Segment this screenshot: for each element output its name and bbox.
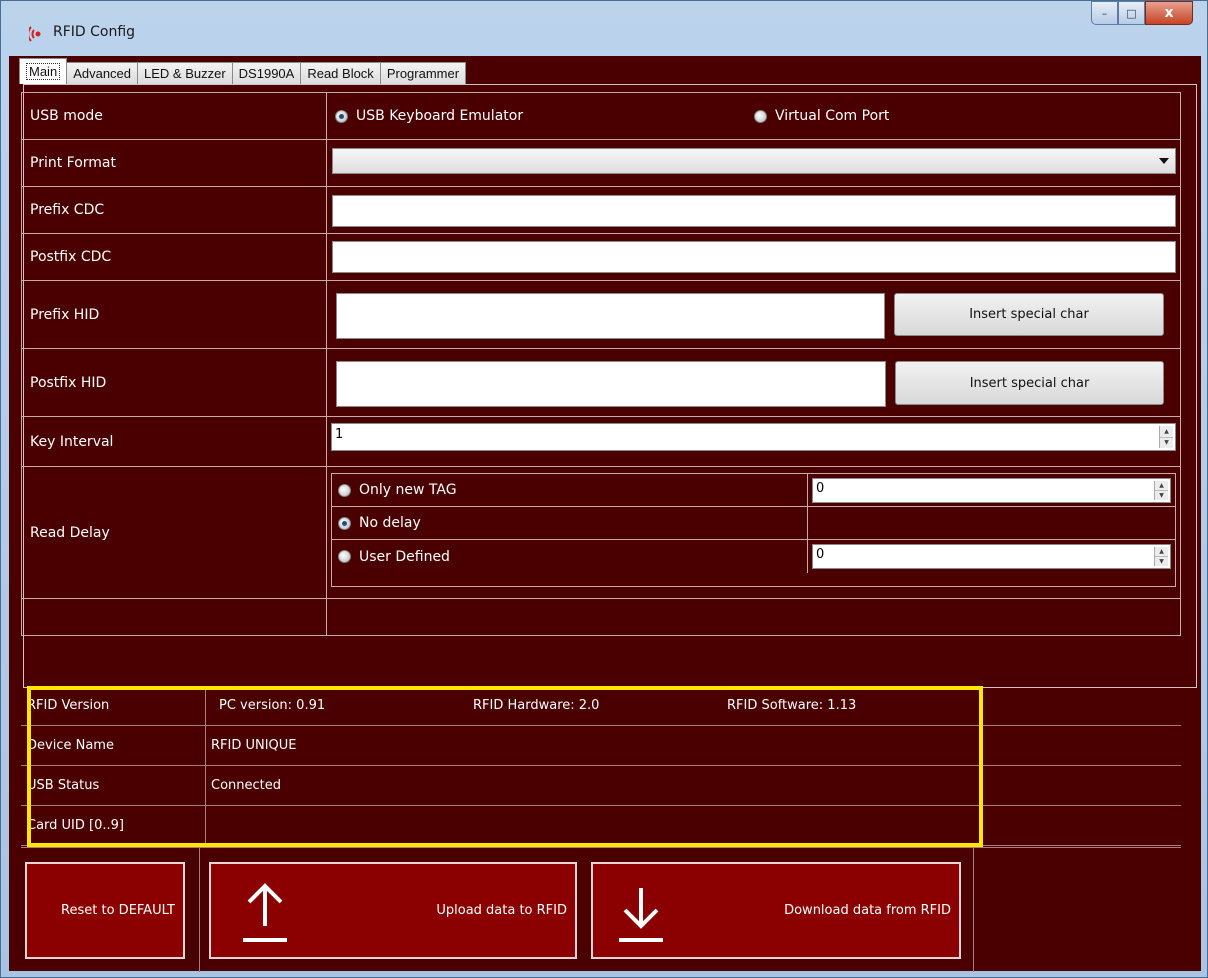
tab-programmer[interactable]: Programmer [379, 62, 467, 84]
settings-form: USB mode USB Keyboard Emulator Virtual C… [21, 92, 1181, 636]
action-bar: Reset to DEFAULT Upload data to RFID Dow… [21, 847, 1181, 972]
radio-selected-icon [338, 516, 351, 530]
usb-mode-row: USB mode USB Keyboard Emulator Virtual C… [22, 93, 1180, 140]
only-new-tag-spinbox[interactable]: 0 ▲ ▼ [812, 478, 1171, 503]
radio-unselected-icon [338, 550, 351, 563]
app-window: RFID Config – □ x Main Advanced LED & Bu… [0, 0, 1208, 978]
insert-special-char-button[interactable]: Insert special char [895, 361, 1164, 405]
no-delay-radio[interactable]: No delay [338, 515, 421, 531]
only-new-tag-radio[interactable]: Only new TAG [338, 482, 457, 498]
read-delay-label: Read Delay [22, 467, 327, 598]
read-delay-row: Read Delay Only new TAG 0 ▲ ▼ No delay U… [22, 467, 1180, 599]
prefix-hid-label: Prefix HID [22, 281, 327, 348]
radio-selected-icon [335, 109, 348, 123]
usb-keyboard-radio[interactable]: USB Keyboard Emulator [335, 108, 523, 124]
tab-strip: Main Advanced LED & Buzzer DS1990A Read … [19, 58, 467, 84]
usb-mode-label: USB mode [22, 93, 327, 139]
no-delay-label: No delay [359, 515, 421, 531]
download-arrow-icon [619, 888, 663, 942]
insert-special-char-button[interactable]: Insert special char [894, 293, 1164, 336]
reset-default-button[interactable]: Reset to DEFAULT [25, 862, 185, 959]
maximize-icon: □ [1126, 6, 1137, 20]
postfix-hid-label: Postfix HID [22, 349, 327, 416]
read-delay-options: Only new TAG 0 ▲ ▼ No delay User Defined… [331, 473, 1176, 587]
device-name-label: Device Name [27, 726, 206, 765]
device-info-table: RFID Version PC version: 0.91 RFID Hardw… [21, 686, 1181, 846]
virtual-com-label: Virtual Com Port [775, 108, 890, 124]
usb-keyboard-label: USB Keyboard Emulator [356, 108, 524, 124]
usb-status-label: USB Status [27, 766, 206, 805]
spinner-arrows-icon[interactable]: ▲ ▼ [1154, 481, 1168, 500]
upload-label: Upload data to RFID [436, 903, 567, 918]
key-interval-value: 1 [335, 427, 344, 442]
key-interval-label: Key Interval [22, 417, 327, 466]
reset-default-label: Reset to DEFAULT [61, 903, 175, 918]
rfid-version-row: RFID Version PC version: 0.91 RFID Hardw… [21, 686, 1181, 726]
chevron-down-icon [1159, 158, 1169, 164]
rfid-software-version: RFID Software: 1.13 [727, 698, 857, 713]
postfix-cdc-input[interactable] [332, 241, 1176, 273]
download-label: Download data from RFID [784, 903, 951, 918]
radio-unselected-icon [754, 109, 767, 123]
usb-status-value: Connected [211, 778, 282, 793]
upload-arrow-icon [243, 883, 287, 942]
only-new-tag-row: Only new TAG 0 ▲ ▼ [332, 474, 1175, 507]
tab-led-buzzer[interactable]: LED & Buzzer [137, 62, 233, 84]
window-title: RFID Config [53, 24, 136, 40]
postfix-hid-input[interactable] [336, 361, 886, 407]
minimize-button[interactable]: – [1091, 1, 1118, 25]
spinner-arrows-icon[interactable]: ▲ ▼ [1154, 547, 1168, 566]
pc-version: PC version: 0.91 [219, 698, 326, 713]
minimize-icon: – [1101, 6, 1108, 20]
tab-ds1990a[interactable]: DS1990A [231, 62, 302, 84]
prefix-cdc-row: Prefix CDC [22, 187, 1180, 234]
divider [973, 848, 974, 972]
device-name-row: Device Name RFID UNIQUE [21, 726, 1181, 766]
user-defined-row: User Defined 0 ▲ ▼ [332, 540, 1175, 573]
device-name-value: RFID UNIQUE [211, 738, 297, 753]
postfix-cdc-label: Postfix CDC [22, 234, 327, 280]
postfix-hid-row: Postfix HID Insert special char [22, 349, 1180, 417]
empty-row [22, 599, 1180, 635]
close-button[interactable]: x [1145, 1, 1193, 25]
maximize-button[interactable]: □ [1118, 1, 1145, 25]
prefix-hid-row: Prefix HID Insert special char [22, 281, 1180, 349]
user-defined-radio[interactable]: User Defined [338, 549, 450, 565]
key-interval-spinbox[interactable]: 1 ▲ ▼ [331, 423, 1176, 451]
prefix-cdc-label: Prefix CDC [22, 187, 327, 233]
client-area: Main Advanced LED & Buzzer DS1990A Read … [9, 56, 1201, 972]
upload-button[interactable]: Upload data to RFID [209, 862, 577, 959]
rfid-hardware-version: RFID Hardware: 2.0 [473, 698, 600, 713]
rfid-app-icon [29, 26, 41, 42]
radio-unselected-icon [338, 483, 351, 497]
print-format-select[interactable] [332, 148, 1176, 174]
rfid-version-label: RFID Version [27, 686, 206, 725]
close-icon: x [1164, 5, 1174, 21]
print-format-row: Print Format [22, 140, 1180, 187]
virtual-com-radio[interactable]: Virtual Com Port [754, 108, 889, 124]
title-bar[interactable]: RFID Config – □ x [1, 1, 1208, 56]
prefix-hid-input[interactable] [336, 293, 885, 339]
spinner-arrows-icon[interactable]: ▲ ▼ [1159, 426, 1173, 448]
key-interval-row: Key Interval 1 ▲ ▼ [22, 417, 1180, 467]
divider [199, 848, 200, 972]
no-delay-row: No delay [332, 507, 1175, 540]
card-uid-row: Card UID [0..9] [21, 806, 1181, 846]
usb-status-row: USB Status Connected [21, 766, 1181, 806]
download-button[interactable]: Download data from RFID [591, 862, 961, 959]
empty-label-cell [22, 599, 327, 635]
tab-advanced[interactable]: Advanced [66, 62, 139, 84]
user-defined-spinbox[interactable]: 0 ▲ ▼ [812, 544, 1171, 569]
card-uid-label: Card UID [0..9] [27, 806, 206, 845]
user-defined-label: User Defined [359, 548, 450, 565]
print-format-label: Print Format [22, 140, 327, 186]
only-new-tag-label: Only new TAG [359, 482, 457, 498]
prefix-cdc-input[interactable] [332, 195, 1176, 227]
postfix-cdc-row: Postfix CDC [22, 234, 1180, 281]
tab-read-block[interactable]: Read Block [300, 62, 381, 84]
tab-main[interactable]: Main [19, 58, 68, 84]
